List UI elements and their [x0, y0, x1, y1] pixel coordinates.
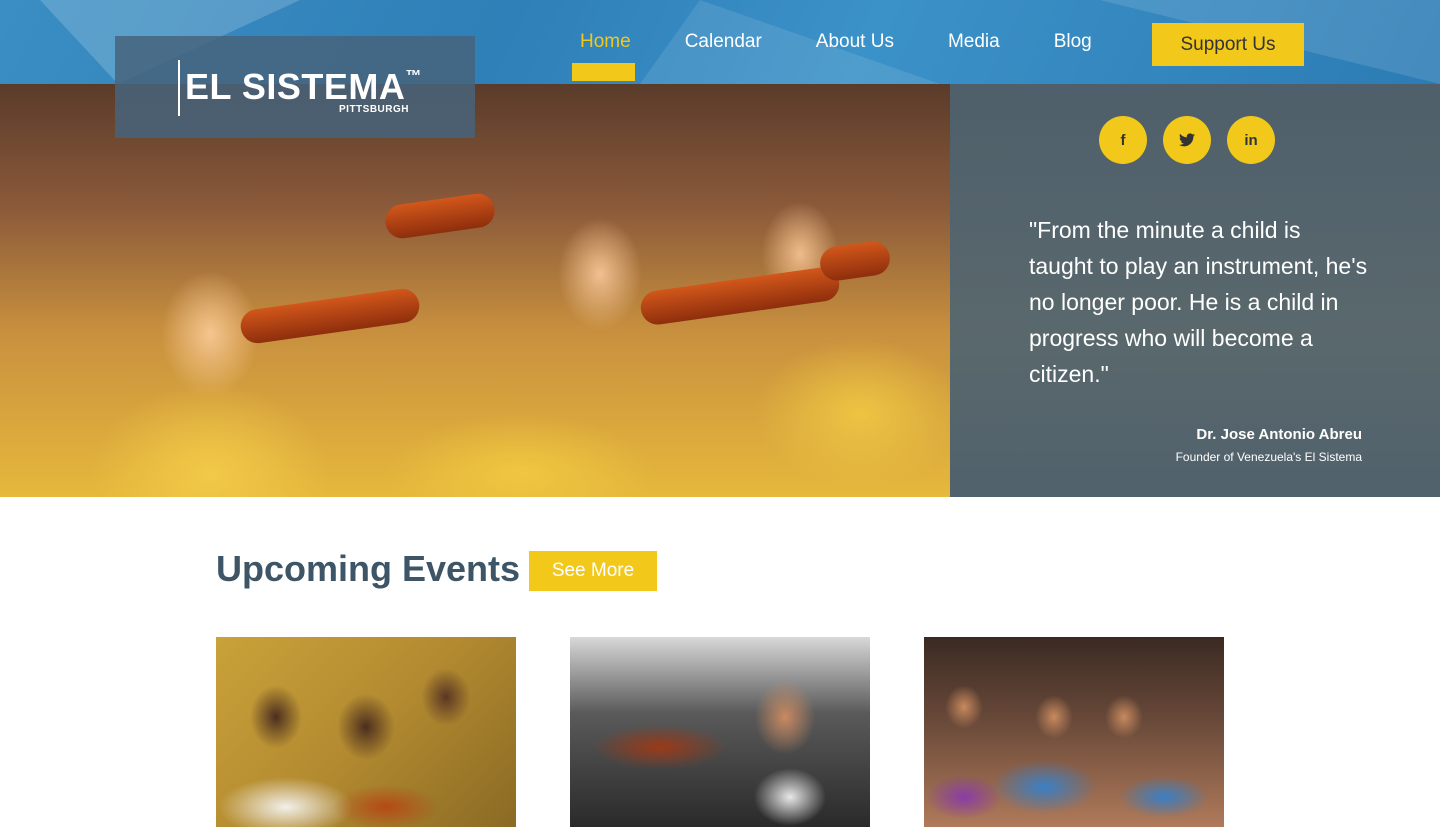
violin-shape [238, 286, 422, 346]
logo-name: EL SISTEMA [185, 66, 406, 107]
nav-item-about-us[interactable]: About Us [816, 31, 894, 53]
violin-shape [817, 239, 893, 283]
nav-item-media[interactable]: Media [948, 31, 1000, 53]
quote-text: "From the minute a child is taught to pl… [1029, 217, 1368, 387]
event-card-image[interactable] [570, 637, 870, 827]
nav-item-home[interactable]: Home [572, 31, 635, 81]
nav-item-calendar[interactable]: Calendar [685, 31, 762, 53]
violin-shape [383, 191, 497, 241]
nav-item-label: Home [580, 31, 631, 52]
violin-shape [638, 265, 842, 327]
nav-item-blog[interactable]: Blog [1054, 31, 1092, 53]
site-logo[interactable]: EL SISTEMA™ PITTSBURGH [115, 36, 475, 138]
event-card-image[interactable] [924, 637, 1224, 827]
logo-wordmark: EL SISTEMA™ [185, 66, 422, 108]
logo-divider [178, 60, 180, 116]
support-us-button[interactable]: Support Us [1152, 23, 1304, 66]
nav-item-label: Media [947, 31, 1000, 52]
main-nav: Home Calendar About Us Media Blog [560, 0, 1146, 84]
twitter-icon[interactable] [1163, 116, 1211, 164]
active-indicator [572, 63, 635, 81]
see-more-button[interactable]: See More [529, 551, 657, 591]
nav-item-label: Blog [1053, 31, 1092, 52]
quote-author-role: Founder of Venezuela's El Sistema [1175, 450, 1362, 464]
quote-author: Dr. Jose Antonio Abreu [1196, 426, 1362, 443]
quote-panel: f in "From the minute a child is taught … [950, 84, 1440, 497]
nav-item-label: Calendar [684, 31, 762, 52]
hero-banner: f in "From the minute a child is taught … [0, 84, 1440, 497]
facebook-icon[interactable]: f [1099, 116, 1147, 164]
hero-photo-children-violins [0, 84, 950, 497]
logo-trademark: ™ [405, 68, 422, 85]
event-card-image[interactable] [216, 637, 516, 827]
nav-item-label: About Us [815, 31, 894, 52]
upcoming-events-heading: Upcoming Events | [216, 548, 541, 589]
linkedin-icon[interactable]: in [1227, 116, 1275, 164]
twitter-bird-glyph [1179, 133, 1195, 147]
logo-subtitle: PITTSBURGH [339, 104, 409, 115]
